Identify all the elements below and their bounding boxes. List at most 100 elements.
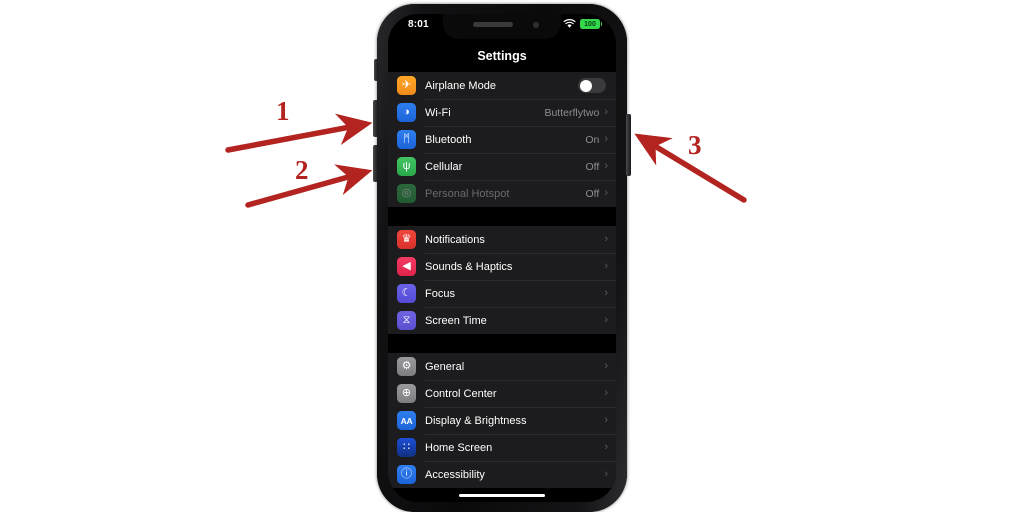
settings-row-label: Bluetooth: [425, 133, 472, 146]
chevron-right-icon: ›: [604, 468, 608, 480]
settings-row[interactable]: ⚙ General ›: [388, 353, 616, 380]
status-time: 8:01: [408, 19, 429, 30]
settings-list[interactable]: ✈ Airplane Mode ◑ Wi-Fi Butterflytwo › ᛗ Blueto…: [388, 72, 616, 502]
moon-icon: ☾: [397, 284, 416, 303]
settings-row-value: Off: [585, 160, 600, 173]
settings-row-value: Butterflytwo: [544, 106, 600, 119]
display-brightness-icon: AA: [397, 411, 416, 430]
settings-row[interactable]: AA Display & Brightness ›: [388, 407, 616, 434]
phone-device: 8:01 100 Settings ✈ Airplane Mode ◑ Wi-Fi Bu…: [373, 4, 631, 512]
toggle-knob: [579, 79, 592, 92]
settings-row-value: Off: [585, 187, 600, 200]
chevron-right-icon: ›: [604, 387, 608, 399]
battery-level: 100: [584, 20, 596, 28]
battery-icon: 100: [580, 19, 602, 29]
settings-row[interactable]: ᛗ Bluetooth On ›: [388, 126, 616, 153]
settings-row-value: On: [585, 133, 600, 146]
settings-row[interactable]: ♛ Notifications ›: [388, 226, 616, 253]
chevron-right-icon: ›: [604, 233, 608, 245]
chevron-right-icon: ›: [604, 133, 608, 145]
settings-row-label: Screen Time: [425, 314, 487, 327]
icon-glyph: ⊕: [401, 387, 412, 399]
settings-row[interactable]: ⓘ Accessibility ›: [388, 461, 616, 488]
chevron-right-icon: ›: [604, 360, 608, 372]
settings-row-label: Home Screen: [425, 441, 493, 454]
status-indicators: 100: [563, 19, 602, 29]
notch: [443, 14, 561, 39]
airplane-mode-toggle[interactable]: [578, 78, 606, 93]
settings-row[interactable]: ☾ Focus ›: [388, 280, 616, 307]
chevron-right-icon: ›: [604, 160, 608, 172]
chevron-right-icon: ›: [604, 260, 608, 272]
speaker-icon: ◀: [397, 257, 416, 276]
icon-glyph: ♛: [401, 233, 412, 245]
settings-row-label: Wi-Fi: [425, 106, 451, 119]
page-title: Settings: [477, 49, 527, 63]
arrow-3: [634, 133, 747, 203]
icon-glyph: ⓘ: [401, 468, 412, 480]
phone-screen: 8:01 100 Settings ✈ Airplane Mode ◑ Wi-Fi Bu…: [388, 14, 616, 502]
chevron-right-icon: ›: [604, 287, 608, 299]
settings-row-label: Notifications: [425, 233, 485, 246]
annotation-number-3: 3: [688, 130, 702, 160]
arrow-1: [225, 113, 373, 153]
icon-glyph: ψ: [402, 160, 411, 172]
wifi-icon: ◑: [397, 103, 416, 122]
settings-row[interactable]: ◑ Wi-Fi Butterflytwo ›: [388, 99, 616, 126]
settings-row[interactable]: ✈ Airplane Mode: [388, 72, 616, 99]
ringer-switch[interactable]: [374, 59, 378, 81]
icon-glyph: ᛗ: [403, 133, 410, 145]
volume-down-button[interactable]: [373, 145, 378, 182]
chevron-right-icon: ›: [604, 314, 608, 326]
settings-row[interactable]: ◎ Personal Hotspot Off ›: [388, 180, 616, 207]
hotspot-icon: ◎: [397, 184, 416, 203]
settings-row[interactable]: ∷ Home Screen ›: [388, 434, 616, 461]
settings-row[interactable]: ⊕ Control Center ›: [388, 380, 616, 407]
settings-row-label: Control Center: [425, 387, 497, 400]
wifi-icon: [563, 19, 576, 28]
settings-row-label: Focus: [425, 287, 455, 300]
chevron-right-icon: ›: [604, 106, 608, 118]
settings-group-notifications: ♛ Notifications › ◀ Sounds & Haptics › ☾ Focus ›…: [388, 226, 616, 334]
icon-glyph: ◎: [401, 187, 412, 199]
settings-row[interactable]: ψ Cellular Off ›: [388, 153, 616, 180]
settings-row-label: Display & Brightness: [425, 414, 527, 427]
settings-row-label: General: [425, 360, 465, 373]
settings-row-label: Sounds & Haptics: [425, 260, 513, 273]
icon-glyph: ◀: [402, 260, 411, 272]
bluetooth-icon: ᛗ: [397, 130, 416, 149]
accessibility-icon: ⓘ: [397, 465, 416, 484]
chevron-right-icon: ›: [604, 441, 608, 453]
settings-row[interactable]: ◀ Sounds & Haptics ›: [388, 253, 616, 280]
icon-glyph: ⚙: [401, 360, 412, 372]
settings-row-label: Personal Hotspot: [425, 187, 510, 200]
side-button[interactable]: [626, 114, 631, 176]
settings-group-system: ⚙ General › ⊕ Control Center › AA Display & Bri…: [388, 353, 616, 488]
icon-glyph: ⧖: [402, 314, 411, 326]
icon-glyph: ✈: [401, 79, 412, 91]
icon-glyph: ☾: [401, 287, 412, 299]
control-center-icon: ⊕: [397, 384, 416, 403]
group-separator: [388, 334, 616, 353]
hourglass-icon: ⧖: [397, 311, 416, 330]
home-indicator[interactable]: [459, 493, 545, 497]
gear-icon: ⚙: [397, 357, 416, 376]
chevron-right-icon: ›: [604, 414, 608, 426]
annotation-number-2: 2: [295, 155, 309, 185]
cellular-icon: ψ: [397, 157, 416, 176]
settings-row-label: Cellular: [425, 160, 463, 173]
icon-glyph: ◑: [403, 106, 410, 118]
earpiece-speaker-icon: [473, 22, 513, 27]
icon-glyph: ∷: [403, 441, 410, 453]
settings-row-label: Airplane Mode: [425, 79, 496, 92]
settings-row-label: Accessibility: [425, 468, 485, 481]
volume-up-button[interactable]: [373, 100, 378, 137]
arrow-2: [245, 164, 373, 208]
group-separator: [388, 207, 616, 226]
airplane-icon: ✈: [397, 76, 416, 95]
bell-icon: ♛: [397, 230, 416, 249]
home-screen-icon: ∷: [397, 438, 416, 457]
icon-glyph: AA: [400, 415, 413, 426]
settings-row[interactable]: ⧖ Screen Time ›: [388, 307, 616, 334]
annotation-number-1: 1: [276, 96, 290, 126]
